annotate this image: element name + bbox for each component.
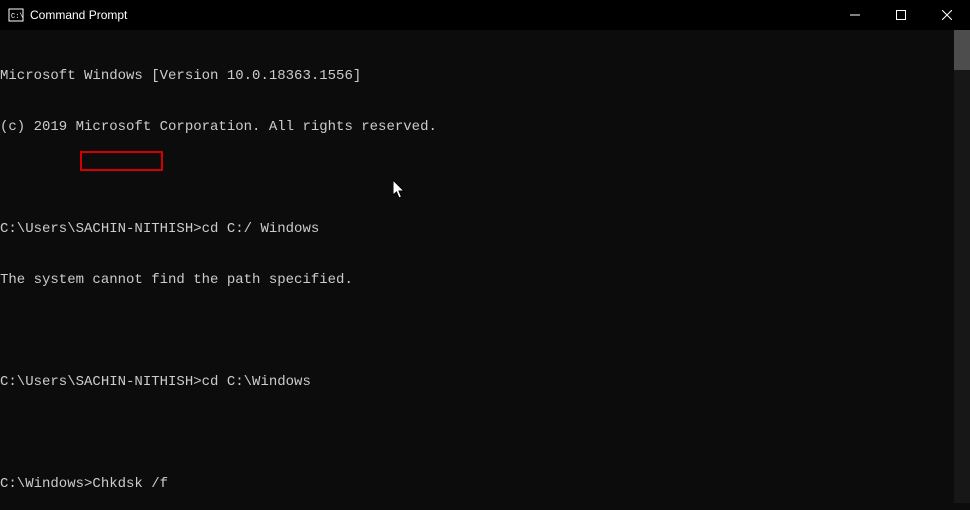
scrollbar-vertical[interactable] bbox=[954, 30, 970, 503]
terminal-line: The system cannot find the path specifie… bbox=[0, 272, 970, 289]
window-title: Command Prompt bbox=[30, 8, 832, 22]
svg-text:C:\: C:\ bbox=[11, 13, 24, 21]
scrollbar-thumb[interactable] bbox=[954, 30, 970, 70]
terminal-line bbox=[0, 425, 970, 442]
titlebar: C:\ Command Prompt bbox=[0, 0, 970, 30]
close-button[interactable] bbox=[924, 0, 970, 30]
terminal-line: C:\Users\SACHIN-NITHISH>cd C:\Windows bbox=[0, 374, 970, 391]
maximize-button[interactable] bbox=[878, 0, 924, 30]
terminal-line bbox=[0, 323, 970, 340]
terminal-line: C:\Windows>Chkdsk /f bbox=[0, 476, 970, 493]
terminal-line: C:\Users\SACHIN-NITHISH>cd C:/ Windows bbox=[0, 221, 970, 238]
minimize-button[interactable] bbox=[832, 0, 878, 30]
terminal-line: (c) 2019 Microsoft Corporation. All righ… bbox=[0, 119, 970, 136]
cmd-icon: C:\ bbox=[8, 7, 24, 23]
terminal-output[interactable]: Microsoft Windows [Version 10.0.18363.15… bbox=[0, 30, 970, 510]
window-controls bbox=[832, 0, 970, 30]
terminal-line: Microsoft Windows [Version 10.0.18363.15… bbox=[0, 68, 970, 85]
terminal-line bbox=[0, 170, 970, 187]
